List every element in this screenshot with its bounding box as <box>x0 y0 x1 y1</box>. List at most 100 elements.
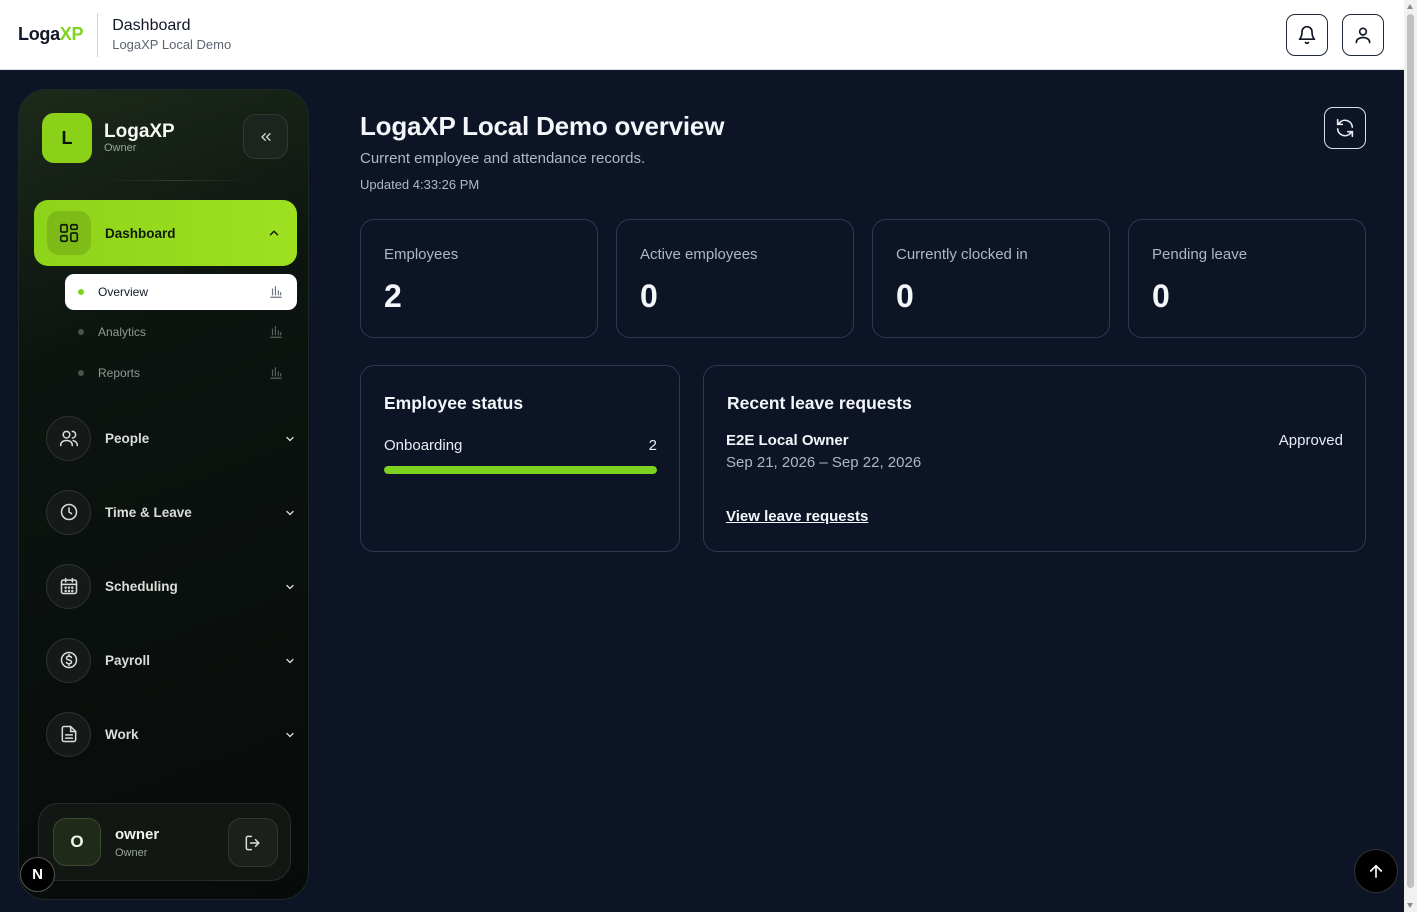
brand-text: Loga <box>18 24 60 44</box>
leave-request-status: Approved <box>1278 432 1343 449</box>
dollar-icon <box>60 651 77 669</box>
inactive-dot <box>78 329 84 335</box>
sidebar-item-time-leave[interactable]: Time & Leave <box>46 489 296 535</box>
clock-icon <box>60 503 77 521</box>
sidebar-item-work[interactable]: Work <box>46 711 296 757</box>
refresh-icon <box>1336 118 1354 138</box>
sidebar-subitem-analytics[interactable]: Analytics <box>65 314 297 350</box>
chevron-up-icon <box>269 230 279 236</box>
logout-icon <box>245 835 260 850</box>
sidebar-org-header: L LogaXP Owner <box>42 113 175 163</box>
sidebar-item-label: Scheduling <box>105 578 178 594</box>
header-page-title: Dashboard <box>112 16 191 34</box>
stat-card-clocked-in: Currently clocked in 0 <box>872 219 1110 338</box>
status-row-count: 2 <box>648 437 657 454</box>
collapse-sidebar-button[interactable] <box>243 114 288 159</box>
double-chevron-left-icon <box>260 132 271 141</box>
sidebar-item-payroll[interactable]: Payroll <box>46 637 296 683</box>
chevron-down-icon <box>286 658 294 664</box>
inactive-dot <box>78 370 84 376</box>
sidebar-subitem-reports[interactable]: Reports <box>65 355 297 391</box>
header-breadcrumb: Dashboard LogaXP Local Demo <box>112 16 231 54</box>
scroll-to-top-button[interactable] <box>1354 849 1398 893</box>
sidebar-item-label: Dashboard <box>105 225 176 241</box>
stat-label: Pending leave <box>1152 246 1248 263</box>
refresh-button[interactable] <box>1324 107 1366 149</box>
leave-request-dates: Sep 21, 2026 – Sep 22, 2026 <box>726 454 922 471</box>
arrow-up-icon <box>1369 864 1383 878</box>
sidebar-item-label: People <box>105 430 150 446</box>
dashboard-icon-box <box>47 211 91 255</box>
bar-chart-icon <box>270 326 282 338</box>
sidebar: L LogaXP Owner Dashboard Overview Analyt… <box>18 89 309 900</box>
header-divider <box>97 12 99 57</box>
user-card: O owner Owner <box>38 803 291 881</box>
chevron-down-icon <box>286 732 294 738</box>
users-icon <box>59 430 78 447</box>
bar-chart-icon <box>270 286 282 298</box>
status-progress-fill <box>384 466 657 474</box>
scroll-down-arrow[interactable] <box>1407 903 1413 908</box>
stat-label: Currently clocked in <box>896 246 1028 263</box>
org-role: Owner <box>104 142 137 154</box>
subitem-label: Overview <box>98 285 149 299</box>
active-dot <box>78 289 84 295</box>
sidebar-item-label: Payroll <box>105 652 151 668</box>
status-progress-track <box>384 466 657 474</box>
sidebar-item-people[interactable]: People <box>46 415 296 461</box>
stat-card-employees: Employees 2 <box>360 219 598 338</box>
brand-logo[interactable]: LogaXP <box>18 24 84 45</box>
stat-label: Employees <box>384 246 459 263</box>
stat-value: 0 <box>640 278 658 314</box>
org-avatar: L <box>42 113 92 163</box>
sidebar-item-label: Time & Leave <box>105 504 192 520</box>
stat-value: 2 <box>384 278 402 314</box>
grid-icon <box>59 223 79 243</box>
page-scrollbar[interactable] <box>1404 0 1417 912</box>
last-updated: Updated 4:33:26 PM <box>360 177 480 192</box>
stat-value: 0 <box>1152 278 1170 314</box>
scroll-thumb[interactable] <box>1407 14 1414 888</box>
profile-button[interactable] <box>1342 14 1384 56</box>
bell-icon <box>1298 25 1316 45</box>
recent-leave-card: Recent leave requests E2E Local Owner Se… <box>703 365 1366 552</box>
sidebar-item-dashboard[interactable]: Dashboard <box>34 200 297 266</box>
chevron-down-icon <box>286 584 294 590</box>
top-bar: LogaXP Dashboard LogaXP Local Demo <box>0 0 1404 70</box>
page-title: LogaXP Local Demo overview <box>360 111 725 141</box>
status-row-label: Onboarding <box>384 437 463 454</box>
view-leave-requests-link[interactable]: View leave requests <box>726 508 868 525</box>
document-icon <box>61 725 76 743</box>
notifications-button[interactable] <box>1286 14 1328 56</box>
time-icon-box <box>46 489 91 535</box>
logout-button[interactable] <box>228 818 278 867</box>
sidebar-item-label: Work <box>105 726 139 742</box>
org-name: LogaXP <box>104 121 175 142</box>
stat-card-active-employees: Active employees 0 <box>616 219 854 338</box>
user-name: owner <box>115 826 160 843</box>
sidebar-item-scheduling[interactable]: Scheduling <box>46 563 296 609</box>
scroll-up-arrow[interactable] <box>1407 4 1413 9</box>
user-role: Owner <box>115 847 148 859</box>
chevron-down-icon <box>286 510 294 516</box>
scheduling-icon-box <box>46 563 91 609</box>
sidebar-subitem-overview[interactable]: Overview <box>65 274 297 310</box>
header-org-name: LogaXP Local Demo <box>112 36 232 52</box>
calendar-icon <box>60 577 77 595</box>
subitem-label: Reports <box>98 366 141 380</box>
brand-accent-text: XP <box>59 24 84 44</box>
leave-request-name: E2E Local Owner <box>726 432 849 449</box>
card-title: Employee status <box>384 393 524 413</box>
user-icon <box>1355 27 1371 44</box>
chevron-down-icon <box>286 436 294 442</box>
stat-value: 0 <box>896 278 914 314</box>
dev-tools-badge[interactable]: N <box>20 857 55 892</box>
stat-card-pending-leave: Pending leave 0 <box>1128 219 1366 338</box>
work-icon-box <box>46 711 91 757</box>
user-avatar: O <box>53 818 101 866</box>
payroll-icon-box <box>46 637 91 683</box>
subitem-label: Analytics <box>98 325 147 339</box>
stat-label: Active employees <box>640 246 758 263</box>
employee-status-card: Employee status Onboarding 2 <box>360 365 680 552</box>
card-title: Recent leave requests <box>727 393 912 413</box>
